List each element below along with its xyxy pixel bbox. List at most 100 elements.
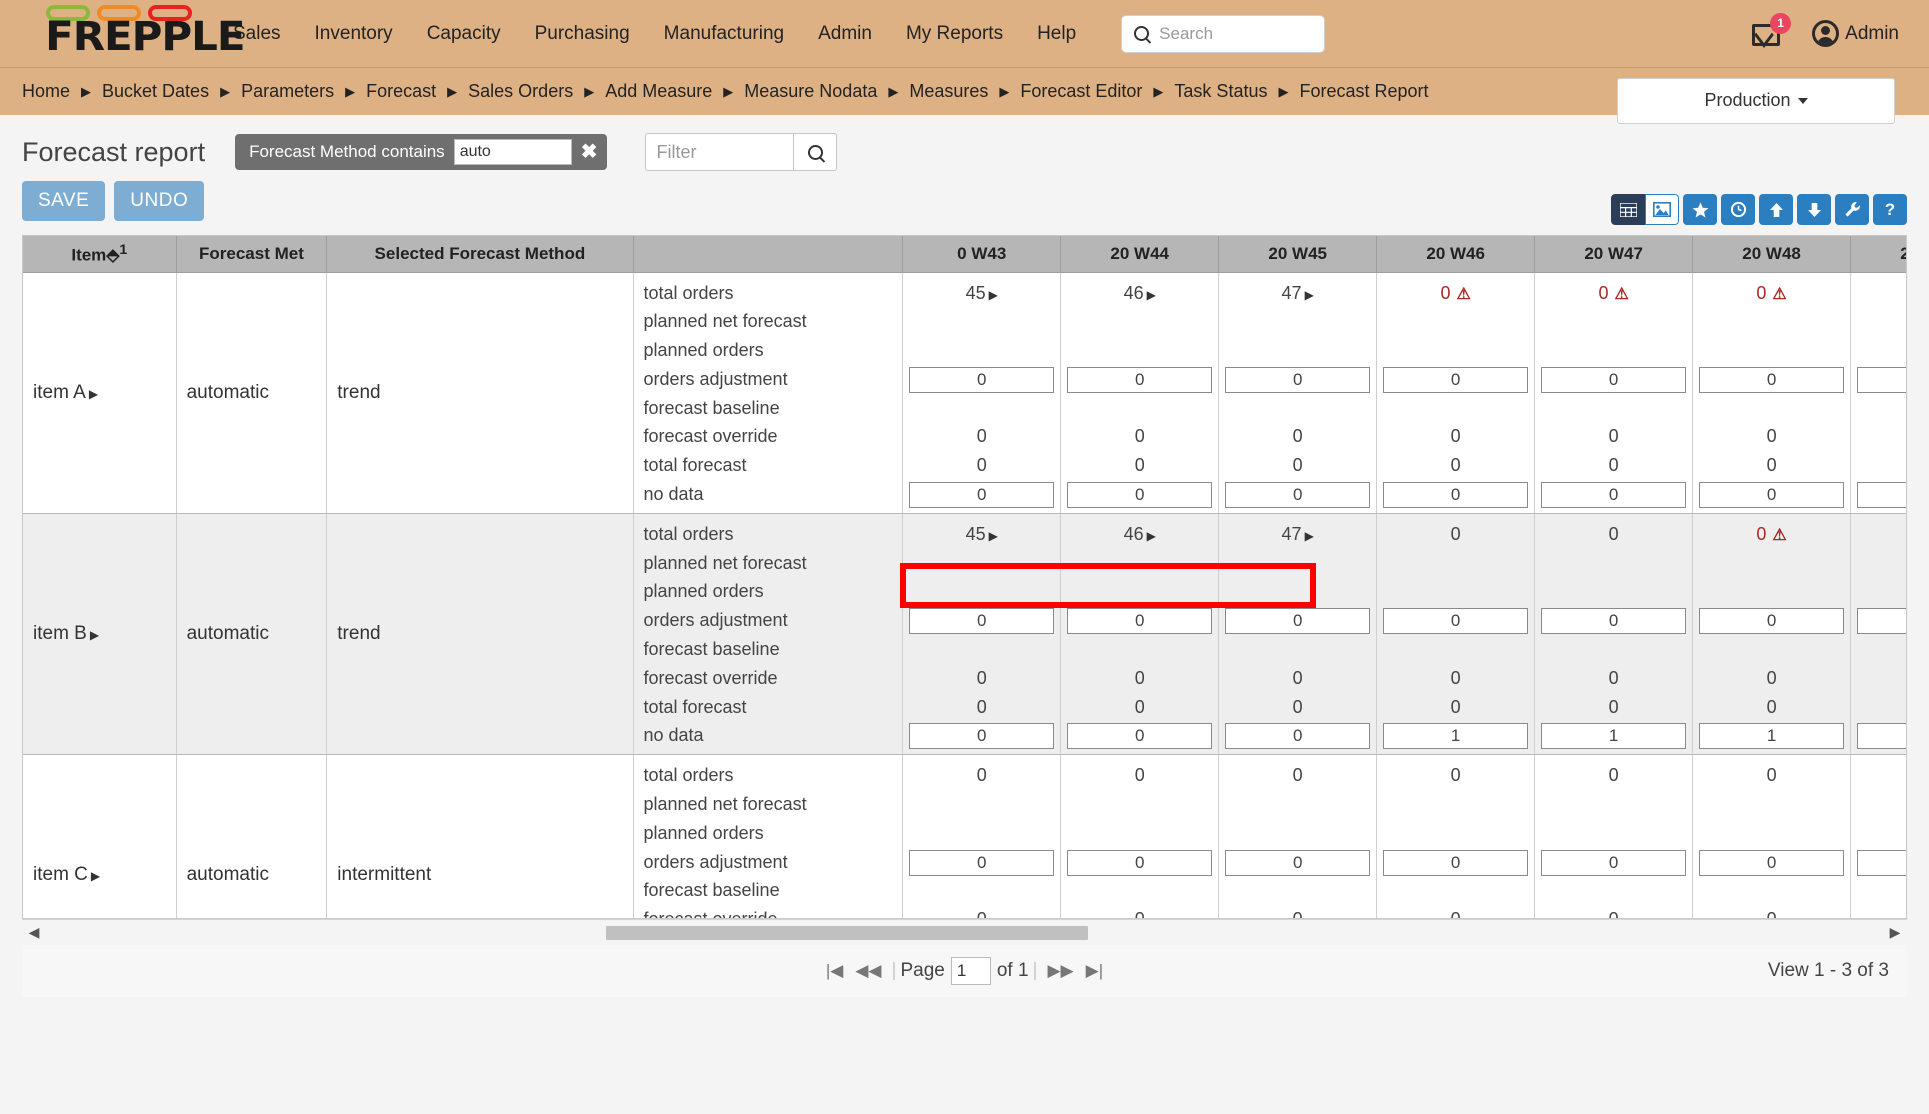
value-input-wrapper[interactable]	[1219, 365, 1376, 394]
value-input-wrapper[interactable]	[1061, 848, 1218, 877]
value-input-wrapper[interactable]	[1377, 480, 1534, 509]
menu-item-manufacturing[interactable]: Manufacturing	[647, 13, 801, 55]
breadcrumb-item-task-status[interactable]: Task Status	[1174, 81, 1267, 102]
breadcrumb-item-home[interactable]: Home	[22, 81, 70, 102]
table-row[interactable]: item B ▶ automatic trend total orders planned…	[23, 513, 1906, 756]
column-header-week-2[interactable]: 20 W45	[1218, 236, 1378, 273]
value-input-wrapper[interactable]	[1061, 480, 1218, 509]
menu-item-admin[interactable]: Admin	[801, 13, 889, 55]
drill-down-arrow-icon[interactable]: ▶	[1147, 288, 1156, 302]
column-header-selected-forecast-method[interactable]: Selected Forecast Method	[326, 236, 634, 273]
measure-input-no-data[interactable]	[1541, 723, 1687, 750]
frepple-logo[interactable]: FREPPLE	[22, 4, 246, 63]
global-search[interactable]	[1121, 14, 1326, 53]
menu-item-purchasing[interactable]: Purchasing	[518, 13, 647, 55]
cell-week-values[interactable]: 47 ▶ 0 0	[1218, 513, 1378, 756]
cell-week-values[interactable]: 000	[1218, 754, 1378, 918]
drill-down-arrow-icon[interactable]: ▶	[90, 628, 99, 642]
chart-view-icon[interactable]	[1645, 194, 1679, 225]
value-input-wrapper[interactable]	[903, 721, 1060, 750]
breadcrumb-item-forecast-editor[interactable]: Forecast Editor	[1020, 81, 1142, 102]
cell-item[interactable]: item C ▶	[23, 754, 177, 918]
last-page-icon[interactable]: ▶|	[1080, 961, 1110, 981]
column-header-week-3[interactable]: 20 W46	[1376, 236, 1536, 273]
measure-input-orders-adjustment[interactable]	[1067, 608, 1213, 635]
breadcrumb-item-bucket-dates[interactable]: Bucket Dates	[102, 81, 209, 102]
menu-item-capacity[interactable]: Capacity	[410, 13, 518, 55]
value-input-wrapper[interactable]	[1219, 606, 1376, 635]
drill-down-arrow-icon[interactable]: ▶	[1305, 288, 1314, 302]
cell-week-values[interactable]: 0⚠00	[1692, 513, 1852, 756]
user-menu[interactable]: Admin	[1812, 20, 1899, 47]
value-input-wrapper[interactable]	[1377, 721, 1534, 750]
measure-input-orders-adjustment[interactable]	[1383, 608, 1529, 635]
wrench-icon[interactable]	[1835, 194, 1869, 225]
value-input-wrapper[interactable]	[1219, 480, 1376, 509]
measure-input-no-data[interactable]	[1541, 482, 1687, 509]
drill-down-arrow-icon[interactable]: ▶	[1305, 529, 1314, 543]
cell-week-values[interactable]: 45 ▶ 0 0	[902, 513, 1062, 756]
value-input-wrapper[interactable]	[1535, 365, 1692, 394]
active-filter-chip[interactable]: Forecast Method contains ✖	[235, 134, 608, 170]
previous-page-icon[interactable]: ◀◀	[849, 961, 887, 981]
value-input-wrapper[interactable]	[1693, 848, 1850, 877]
value-input-wrapper[interactable]	[1693, 480, 1850, 509]
horizontal-scrollbar[interactable]: ◀ ▶	[22, 919, 1907, 945]
table-row[interactable]: item C ▶ automatic intermittent total orders…	[23, 754, 1906, 918]
cell-week-values[interactable]: 000	[1534, 754, 1694, 918]
scrollbar-thumb[interactable]	[606, 925, 1088, 940]
measure-input-orders-adjustment[interactable]	[1541, 608, 1687, 635]
value-input-wrapper[interactable]	[1693, 365, 1850, 394]
drill-down-arrow-icon[interactable]: ▶	[989, 529, 998, 543]
value-input-wrapper[interactable]	[1693, 721, 1850, 750]
warning-icon[interactable]: ⚠	[1456, 286, 1470, 303]
next-page-icon[interactable]: ▶▶	[1041, 961, 1079, 981]
measure-input-orders-adjustment[interactable]	[1857, 366, 1906, 393]
scrollbar-track[interactable]	[46, 925, 1883, 940]
column-header-week-6[interactable]: 20 W49	[1850, 236, 1906, 273]
filter-search-button[interactable]	[793, 133, 838, 171]
table-row[interactable]: item A ▶ automatic trend total orders planned…	[23, 272, 1906, 514]
measure-input-orders-adjustment[interactable]	[1383, 849, 1529, 876]
breadcrumb-item-parameters[interactable]: Parameters	[241, 81, 334, 102]
measure-input-orders-adjustment[interactable]	[1699, 608, 1845, 635]
clock-icon[interactable]	[1721, 194, 1755, 225]
value-input-wrapper[interactable]	[1377, 848, 1534, 877]
cell-week-values[interactable]: 46 ▶ 0 0	[1060, 272, 1220, 514]
value-input-wrapper[interactable]	[903, 480, 1060, 509]
measure-input-no-data[interactable]	[1699, 482, 1845, 509]
drill-down-arrow-icon[interactable]: ▶	[91, 869, 100, 883]
value-input-wrapper[interactable]	[1061, 365, 1218, 394]
measure-input-orders-adjustment[interactable]	[1541, 366, 1687, 393]
value-input-wrapper[interactable]	[1535, 480, 1692, 509]
measure-input-orders-adjustment[interactable]	[909, 849, 1055, 876]
column-header-item[interactable]: Item⬘1	[23, 236, 177, 273]
filter-input[interactable]	[645, 133, 794, 171]
environment-selector[interactable]: Production	[1617, 77, 1895, 124]
cell-item[interactable]: item B ▶	[23, 513, 177, 756]
value-input-wrapper[interactable]	[1693, 606, 1850, 635]
cell-week-values[interactable]: 000	[1060, 754, 1220, 918]
breadcrumb-item-sales-orders[interactable]: Sales Orders	[468, 81, 573, 102]
cell-week-values[interactable]: 0⚠00	[1692, 272, 1852, 514]
value-input-wrapper[interactable]	[903, 848, 1060, 877]
cell-week-values[interactable]: 46 ▶ 0 0	[1060, 513, 1220, 756]
active-filter-value-input[interactable]	[453, 139, 572, 165]
close-icon[interactable]: ✖	[581, 142, 598, 162]
cell-week-values[interactable]: 0⚠00	[1850, 513, 1906, 756]
measure-input-orders-adjustment[interactable]	[909, 366, 1055, 393]
value-input-wrapper[interactable]	[1061, 721, 1218, 750]
cell-week-values[interactable]: 000	[1376, 513, 1536, 756]
measure-input-no-data[interactable]	[1857, 482, 1906, 509]
cell-week-values[interactable]: 47 ▶ 0 0	[1218, 272, 1378, 514]
measure-input-no-data[interactable]	[1067, 482, 1213, 509]
measure-input-no-data[interactable]	[1067, 723, 1213, 750]
drill-down-arrow-icon[interactable]: ▶	[1147, 529, 1156, 543]
measure-input-orders-adjustment[interactable]	[1699, 849, 1845, 876]
warning-icon[interactable]: ⚠	[1614, 286, 1628, 303]
warning-icon[interactable]: ⚠	[1772, 286, 1786, 303]
forecast-grid[interactable]: Item⬘1 Forecast Met Selected Forecast Me…	[22, 235, 1907, 919]
value-input-wrapper[interactable]	[1219, 848, 1376, 877]
value-input-wrapper[interactable]	[1535, 606, 1692, 635]
cell-week-values[interactable]: 0⚠00	[1534, 272, 1694, 514]
